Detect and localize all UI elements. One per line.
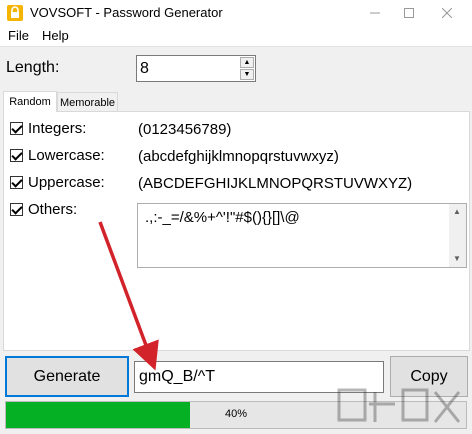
- uppercase-label: Uppercase:: [28, 174, 105, 191]
- uppercase-checkbox[interactable]: [10, 176, 23, 189]
- integers-chars: (0123456789): [138, 121, 232, 138]
- others-checkbox[interactable]: [10, 203, 23, 216]
- lowercase-chars: (abcdefghijklmnopqrstuvwxyz): [138, 148, 339, 165]
- length-panel: Length: ▲ ▼: [0, 46, 472, 90]
- uppercase-option[interactable]: Uppercase:: [10, 174, 105, 191]
- lowercase-label: Lowercase:: [28, 147, 105, 164]
- length-spinner[interactable]: ▲ ▼: [240, 57, 254, 80]
- scroll-down-icon[interactable]: ▼: [453, 254, 461, 263]
- uppercase-chars: (ABCDEFGHIJKLMNOPQRSTUVWXYZ): [138, 175, 413, 192]
- scroll-up-icon[interactable]: ▲: [453, 207, 461, 216]
- app-lock-icon: [7, 5, 23, 21]
- others-label: Others:: [28, 201, 78, 218]
- integers-option[interactable]: Integers:: [10, 120, 86, 137]
- lowercase-option[interactable]: Lowercase:: [10, 147, 105, 164]
- tab-memorable[interactable]: Memorable: [57, 92, 118, 112]
- others-chars: .,:-_=/&%+^'!"#$(){}[]\@: [145, 209, 300, 226]
- spin-down-icon[interactable]: ▼: [240, 69, 254, 80]
- length-input[interactable]: [136, 55, 256, 82]
- maximize-icon[interactable]: [392, 0, 426, 26]
- lowercase-checkbox[interactable]: [10, 149, 23, 162]
- menu-help[interactable]: Help: [40, 28, 71, 43]
- integers-checkbox[interactable]: [10, 122, 23, 135]
- others-chars-textarea[interactable]: .,:-_=/&%+^'!"#$(){}[]\@ ▲ ▼: [137, 203, 467, 268]
- spin-up-icon[interactable]: ▲: [240, 57, 254, 68]
- menu-file[interactable]: File: [6, 28, 31, 43]
- watermark-logo: [337, 388, 461, 423]
- minimize-icon[interactable]: [358, 0, 392, 26]
- others-option[interactable]: Others:: [10, 201, 77, 218]
- integers-label: Integers:: [28, 120, 87, 137]
- others-scrollbar[interactable]: ▲ ▼: [449, 204, 466, 267]
- random-tab-panel: Integers: (0123456789) Lowercase: (abcde…: [3, 111, 470, 351]
- tab-random[interactable]: Random: [3, 91, 57, 112]
- length-label: Length:: [6, 59, 60, 76]
- close-icon[interactable]: [430, 0, 464, 26]
- title-bar: VOVSOFT - Password Generator: [0, 0, 472, 26]
- menu-bar: File Help: [0, 26, 472, 46]
- generate-button[interactable]: Generate: [5, 356, 129, 397]
- window-title: VOVSOFT - Password Generator: [30, 5, 223, 20]
- tab-area: Random Memorable Integers: (0123456789) …: [0, 90, 472, 352]
